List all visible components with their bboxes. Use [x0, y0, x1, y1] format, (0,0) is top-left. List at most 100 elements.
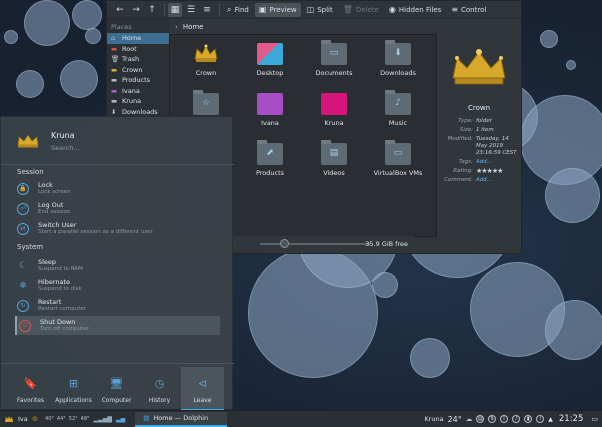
breadcrumb-home[interactable]: Home	[183, 23, 204, 31]
find-button[interactable]: ⌕ Find	[223, 3, 253, 17]
comment-add-link[interactable]: Add...	[476, 177, 492, 184]
application-menu-button[interactable]	[4, 415, 14, 424]
file-label: Products	[255, 169, 285, 177]
sleep-icon: ☾	[18, 260, 28, 271]
icons-view-icon[interactable]: ▦	[168, 2, 182, 17]
file-item-music[interactable]: ♪ Music	[366, 87, 430, 137]
tags-add-link[interactable]: Add...	[476, 159, 492, 166]
file-item-products[interactable]: ⬈ Products	[238, 137, 302, 187]
notifications-icon[interactable]: i	[536, 415, 545, 423]
file-item-ivana[interactable]: Ivana	[238, 87, 302, 137]
place-item-ivana[interactable]: ▬ Ivana	[107, 86, 169, 97]
breadcrumb[interactable]: › Home	[169, 19, 521, 34]
file-item-crown[interactable]: Crown	[174, 37, 238, 87]
volume-icon[interactable]: ♪	[512, 415, 521, 423]
launcher-tabs: 🔖 Favorites ⊞ Applications 🖥 Computer ◷ Hist…	[1, 363, 234, 411]
entry-title: Shut Down	[40, 318, 76, 326]
tab-applications[interactable]: ⊞ Applications	[52, 367, 95, 411]
tab-favorites[interactable]: 🔖 Favorites	[9, 367, 52, 411]
compact-view-icon[interactable]: ☰	[184, 3, 198, 17]
crown-launcher-icon[interactable]: ♔	[32, 415, 38, 423]
task-label: Home — Dolphin	[153, 414, 209, 422]
file-item-documents[interactable]: ▭ Documents	[302, 37, 366, 87]
network-icon[interactable]: ⇅	[488, 415, 497, 423]
places-title: Places	[111, 23, 132, 31]
entry-subtitle: Suspend to RAM	[38, 266, 83, 272]
delete-label: Delete	[355, 5, 379, 14]
file-item-kruna[interactable]: Kruna	[302, 87, 366, 137]
show-desktop-icon[interactable]: ▭	[591, 415, 598, 423]
up-arrow-icon[interactable]: ↑	[145, 3, 159, 17]
hidden-files-button[interactable]: ◉ Hidden Files	[385, 3, 445, 17]
battery-icon[interactable]: ▮	[524, 415, 533, 423]
tab-computer[interactable]: 🖥 Computer	[95, 367, 138, 411]
split-icon: ◫	[306, 5, 315, 14]
shutdown-entry[interactable]: ⏻ Shut Down Turn off computer	[15, 316, 220, 335]
lock-entry[interactable]: 🔒 Lock Lock screen	[15, 179, 220, 198]
switch-user-icon: ⇄	[17, 222, 29, 235]
back-arrow-icon[interactable]: ←	[113, 3, 127, 17]
place-item-crown[interactable]: ▬ Crown	[107, 65, 169, 76]
search-icon: ⌕	[227, 4, 232, 14]
file-item-virtualbox-vms[interactable]: ▭ VirtualBox VMs	[366, 137, 430, 187]
toolbar-separator	[164, 3, 165, 16]
file-label: Music	[388, 119, 408, 127]
entry-subtitle: Start a parallel session as a different …	[38, 229, 153, 235]
sleep-entry[interactable]: ☾ Sleep Suspend to RAM	[15, 256, 220, 275]
rating-stars[interactable]: ★★★★★	[476, 168, 503, 175]
entry-subtitle: Restart computer	[38, 306, 87, 312]
search-input[interactable]: Search...	[51, 144, 80, 152]
switch-user-entry[interactable]: ⇄ Switch User Start a parallel session as…	[15, 219, 220, 238]
user-name: Kruna	[51, 131, 75, 140]
control-button[interactable]: ≡ Control	[447, 3, 490, 17]
place-item-root[interactable]: ▬ Root	[107, 44, 169, 55]
place-item-kruna[interactable]: ▬ Kruna	[107, 96, 169, 107]
bluetooth-icon[interactable]: ᛒ	[500, 415, 509, 423]
logout-entry[interactable]: ⏎ Log Out End session	[15, 199, 220, 218]
tab-label: History	[148, 397, 171, 404]
history-icon: ◷	[154, 376, 165, 390]
clipboard-icon[interactable]: ▤	[476, 415, 485, 423]
preview-button[interactable]: ▣ Preview	[254, 2, 301, 17]
details-view-icon[interactable]: ≡	[200, 3, 214, 17]
tab-leave[interactable]: ⊲ Leave	[181, 367, 224, 411]
kde-logo-icon	[5, 415, 13, 422]
bookmark-icon: 🔖	[23, 376, 38, 390]
hibernate-entry[interactable]: ❄ Hibernate Suspend to disk	[15, 276, 220, 295]
task-dolphin[interactable]: ▤ Home — Dolphin	[135, 411, 228, 427]
computer-icon: 🖥	[109, 376, 124, 390]
split-label: Split	[317, 5, 333, 14]
place-item-trash[interactable]: 🗑 Trash	[107, 54, 169, 65]
tab-history[interactable]: ◷ History	[138, 367, 181, 411]
info-tags-row: Tags: Add...	[441, 159, 517, 166]
forward-arrow-icon[interactable]: →	[129, 3, 143, 17]
delete-icon: 🗑	[342, 5, 353, 14]
place-label: Ivana	[122, 86, 140, 95]
star-folder-icon: ☆	[193, 90, 219, 115]
logout-icon: ⏎	[17, 202, 29, 215]
documents-folder-icon: ▭	[321, 40, 347, 65]
clock[interactable]: 21:25	[559, 414, 584, 424]
file-item-downloads[interactable]: ⬇ Downloads	[366, 37, 430, 87]
place-item-home[interactable]: ⌂ Home	[107, 33, 169, 44]
restart-entry[interactable]: ↻ Restart Restart computer	[15, 296, 220, 315]
tray-expand-icon[interactable]: ▲	[548, 416, 553, 423]
place-label: Downloads	[122, 107, 158, 116]
file-label: Videos	[323, 169, 345, 177]
zoom-slider[interactable]	[260, 243, 370, 245]
avatar[interactable]	[17, 134, 39, 148]
tab-label: Favorites	[16, 397, 45, 404]
memory-graph-icon: ▃▅	[116, 415, 126, 423]
file-label: Desktop	[256, 69, 284, 77]
weather-cloud-icon[interactable]: ☁	[466, 415, 473, 423]
delete-button[interactable]: 🗑 Delete	[339, 3, 383, 17]
split-button[interactable]: ◫ Split	[303, 3, 337, 17]
music-folder-icon: ♪	[385, 90, 411, 115]
dolphin-statusbar: 35.9 GiB free	[230, 236, 414, 252]
zoom-slider-handle[interactable]	[280, 239, 289, 248]
applications-grid-icon: ⊞	[68, 376, 79, 390]
place-item-products[interactable]: ▬ Products	[107, 75, 169, 86]
file-item-desktop[interactable]: Desktop	[238, 37, 302, 87]
file-label: VirtualBox VMs	[373, 169, 423, 177]
file-item-videos[interactable]: ▤ Videos	[302, 137, 366, 187]
